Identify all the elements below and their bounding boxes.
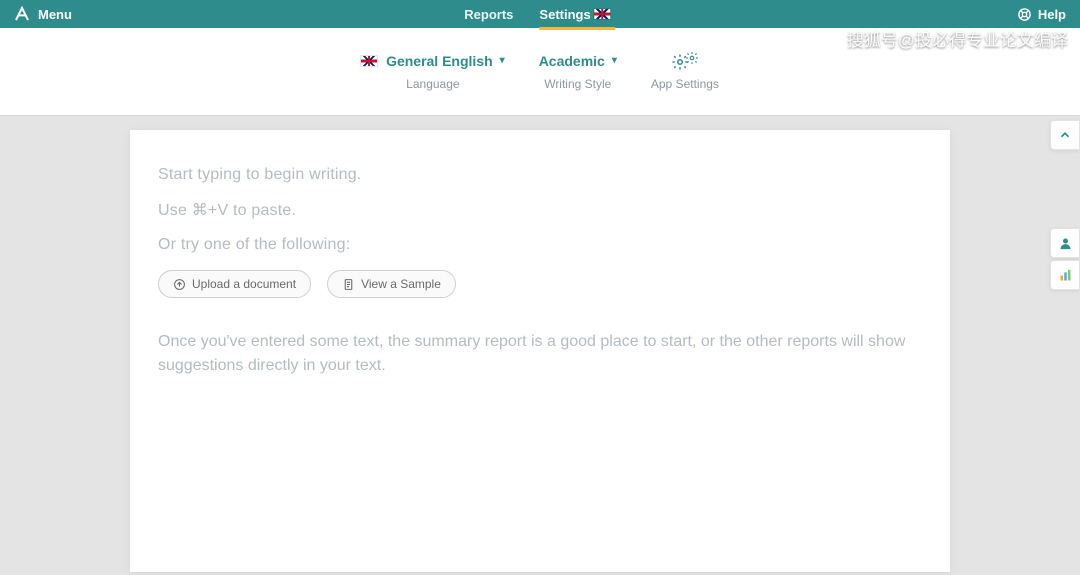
help-label: Help — [1038, 7, 1066, 22]
view-sample-button[interactable]: View a Sample — [327, 270, 456, 298]
uk-flag-icon — [361, 56, 377, 66]
writing-style-caption: Writing Style — [539, 77, 617, 91]
writing-style-selector[interactable]: Academic ▾ Writing Style — [539, 53, 617, 91]
lifebuoy-icon — [1017, 7, 1032, 22]
chevron-down-icon: ▾ — [612, 55, 617, 66]
uk-flag-icon — [595, 9, 611, 19]
editor-stage: Start typing to begin writing. Use ⌘+V t… — [0, 116, 1080, 572]
top-nav: Reports Settings — [464, 0, 615, 28]
upload-document-button[interactable]: Upload a document — [158, 270, 311, 298]
language-selector[interactable]: General English ▾ Language — [361, 53, 505, 91]
editor-paper[interactable]: Start typing to begin writing. Use ⌘+V t… — [130, 130, 950, 572]
profile-side-button[interactable] — [1050, 228, 1080, 258]
chevron-up-icon — [1058, 128, 1072, 142]
action-pill-row: Upload a document View a Sample — [158, 270, 922, 298]
language-caption: Language — [361, 77, 505, 91]
top-bar: Menu Reports Settings Help — [0, 0, 1080, 28]
menu-button[interactable]: Menu — [14, 6, 72, 22]
bar-chart-icon — [1058, 268, 1073, 283]
placeholder-description: Once you've entered some text, the summa… — [158, 330, 922, 378]
collapse-panel-button[interactable] — [1050, 120, 1080, 150]
upload-icon — [173, 278, 186, 291]
placeholder-line-1: Start typing to begin writing. — [158, 166, 922, 184]
stats-side-button[interactable] — [1050, 260, 1080, 290]
logo-icon — [14, 6, 30, 22]
menu-label: Menu — [38, 7, 72, 22]
help-button[interactable]: Help — [1017, 7, 1066, 22]
gear-icon — [685, 51, 699, 65]
app-settings-caption: App Settings — [651, 77, 719, 91]
document-icon — [342, 278, 355, 291]
chevron-down-icon: ▾ — [500, 55, 505, 66]
user-icon — [1058, 236, 1073, 251]
placeholder-line-2: Use ⌘+V to paste. — [158, 200, 922, 220]
app-settings-button[interactable]: App Settings — [651, 53, 719, 91]
placeholder-line-3: Or try one of the following: — [158, 236, 922, 254]
nav-settings[interactable]: Settings — [539, 2, 615, 30]
nav-reports[interactable]: Reports — [464, 0, 513, 28]
settings-subbar: General English ▾ Language Academic ▾ Wr… — [0, 28, 1080, 116]
